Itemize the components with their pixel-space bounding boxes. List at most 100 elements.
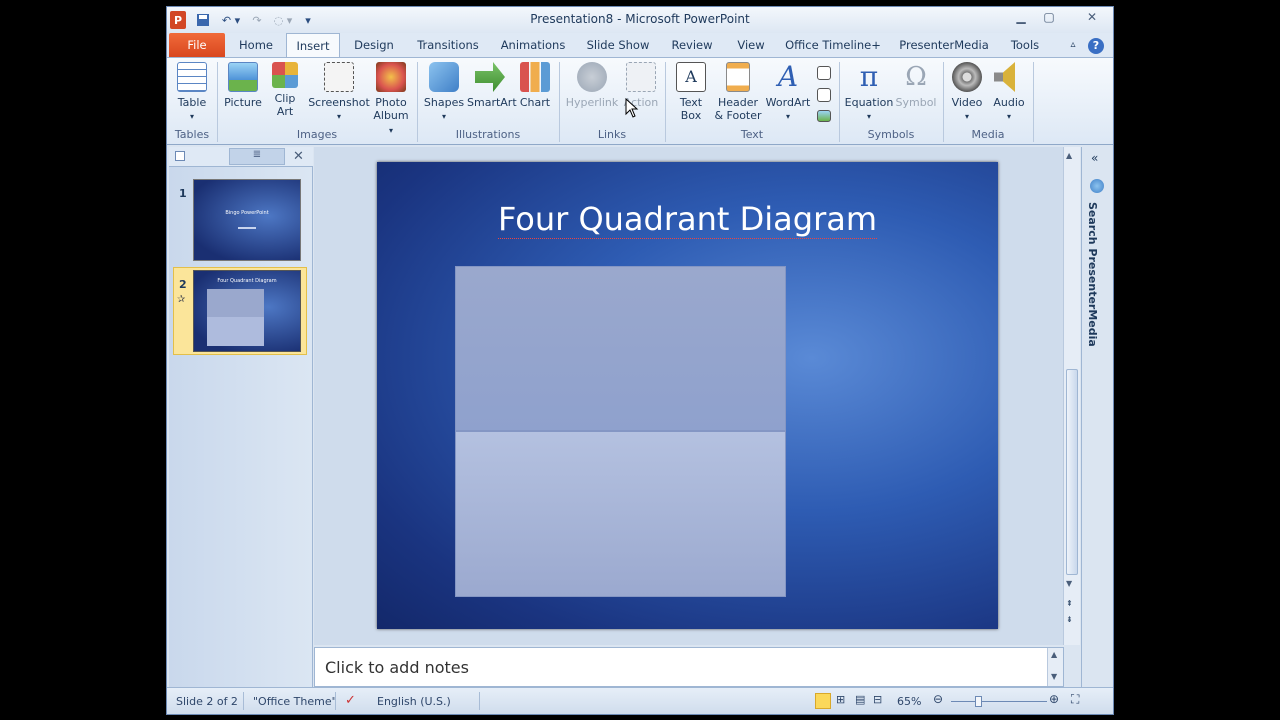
zoom-slider-thumb[interactable] bbox=[975, 696, 982, 707]
wordart-icon: A bbox=[777, 60, 799, 93]
group-media: Media bbox=[971, 128, 1005, 141]
maximize-button[interactable]: ▢ bbox=[1035, 8, 1063, 26]
chart-icon bbox=[520, 62, 550, 92]
equation-button[interactable]: π Equation ▾ bbox=[843, 62, 895, 123]
zoom-in-icon[interactable]: ⊕ bbox=[1049, 692, 1059, 706]
minimize-button[interactable]: ▁ bbox=[1007, 8, 1035, 26]
tab-review[interactable]: Review bbox=[667, 33, 717, 57]
tab-animations[interactable]: Animations bbox=[497, 33, 569, 57]
picture-button[interactable]: Picture bbox=[223, 62, 263, 109]
help-icon[interactable]: ? bbox=[1087, 33, 1105, 57]
tab-slide-show[interactable]: Slide Show bbox=[583, 33, 653, 57]
wordart-button[interactable]: A WordArt ▾ bbox=[765, 62, 811, 123]
tab-insert[interactable]: Insert bbox=[286, 33, 340, 57]
object-icon bbox=[817, 110, 831, 122]
audio-button[interactable]: Audio ▾ bbox=[989, 62, 1029, 123]
slides-tab-icon[interactable] bbox=[175, 151, 185, 161]
symbol-icon: Ω bbox=[905, 62, 927, 92]
language[interactable]: English (U.S.) bbox=[377, 695, 451, 708]
tab-design[interactable]: Design bbox=[347, 33, 401, 57]
slide-sorter-icon[interactable]: ⊞ bbox=[836, 693, 845, 706]
next-slide-icon[interactable]: ⇟ bbox=[1066, 615, 1073, 624]
notes-scroll-down-icon[interactable]: ▼ bbox=[1051, 672, 1057, 681]
collapse-pane-icon[interactable]: « bbox=[1091, 151, 1098, 165]
screenshot-button[interactable]: Screenshot ▾ bbox=[307, 62, 371, 123]
scroll-thumb[interactable] bbox=[1066, 369, 1078, 575]
video-button[interactable]: Video ▾ bbox=[947, 62, 987, 123]
reading-view-icon[interactable]: ▤ bbox=[855, 693, 865, 706]
smartart-button[interactable]: SmartArt bbox=[467, 62, 517, 109]
slide-number-button[interactable] bbox=[815, 88, 833, 106]
quadrant-box-top[interactable] bbox=[455, 266, 786, 431]
text-box-button[interactable]: A Text Box bbox=[671, 62, 711, 122]
group-images: Images bbox=[296, 128, 338, 141]
notes-pane[interactable]: Click to add notes ▲ ▼ bbox=[314, 647, 1064, 687]
vertical-scrollbar[interactable]: ▲ ▼ ⇞ ⇟ bbox=[1063, 147, 1080, 645]
previous-slide-icon[interactable]: ⇞ bbox=[1066, 599, 1073, 608]
shapes-button[interactable]: Shapes ▾ bbox=[423, 62, 465, 123]
notes-placeholder: Click to add notes bbox=[325, 658, 469, 677]
zoom-slider-track[interactable] bbox=[951, 701, 1047, 702]
quadrant-box-bottom[interactable] bbox=[455, 431, 786, 597]
picture-icon bbox=[228, 62, 258, 92]
close-pane-icon[interactable]: ✕ bbox=[293, 149, 304, 164]
outline-tab-icon[interactable]: ≣ bbox=[229, 148, 285, 165]
notes-scroll-up-icon[interactable]: ▲ bbox=[1051, 650, 1057, 659]
scroll-up-icon[interactable]: ▲ bbox=[1066, 151, 1072, 160]
tab-file[interactable]: File bbox=[169, 33, 225, 57]
tab-home[interactable]: Home bbox=[233, 33, 279, 57]
close-button[interactable]: ✕ bbox=[1073, 8, 1111, 26]
table-icon bbox=[177, 62, 207, 92]
slide-editor: Four Quadrant Diagram bbox=[314, 147, 1064, 645]
tab-tools[interactable]: Tools bbox=[1003, 33, 1047, 57]
slide-number: 2 bbox=[179, 278, 187, 291]
photo-album-icon bbox=[376, 62, 406, 92]
clip-art-label-2: Art bbox=[276, 105, 294, 118]
video-label: Video bbox=[951, 96, 983, 109]
hyperlink-button[interactable]: Hyperlink bbox=[565, 62, 619, 109]
minimize-ribbon-icon[interactable]: ▵ bbox=[1065, 33, 1081, 57]
photo-album-button[interactable]: Photo Album ▾ bbox=[371, 62, 411, 137]
wordart-label: WordArt bbox=[765, 96, 811, 109]
tab-office-timeline[interactable]: Office Timeline+ bbox=[785, 33, 881, 57]
tab-transitions[interactable]: Transitions bbox=[412, 33, 484, 57]
slide-thumbnail-1[interactable]: Bingo PowerPoint bbox=[193, 179, 301, 261]
clip-art-button[interactable]: Clip Art bbox=[267, 62, 303, 118]
chart-button[interactable]: Chart bbox=[517, 62, 553, 109]
scroll-down-icon[interactable]: ▼ bbox=[1066, 579, 1072, 588]
symbol-button[interactable]: Ω Symbol bbox=[895, 62, 937, 109]
date-time-button[interactable] bbox=[815, 66, 833, 84]
zoom-level[interactable]: 65% bbox=[897, 695, 921, 708]
symbol-label: Symbol bbox=[895, 96, 937, 109]
divider bbox=[479, 692, 480, 710]
spell-check-icon[interactable]: ✓ bbox=[345, 693, 356, 708]
search-presentermedia-label[interactable]: Search PresenterMedia bbox=[1086, 202, 1099, 347]
slide-title-text: Four Quadrant Diagram bbox=[498, 200, 877, 239]
shapes-icon bbox=[429, 62, 459, 92]
photo-album-label-2: Album bbox=[373, 109, 409, 122]
slide-show-icon[interactable]: ⊟ bbox=[873, 693, 882, 706]
tab-view[interactable]: View bbox=[729, 33, 773, 57]
theme-name[interactable]: "Office Theme" bbox=[253, 695, 337, 708]
header-footer-button[interactable]: Header & Footer bbox=[713, 62, 763, 122]
ribbon-insert: Table ▾ Tables Picture Clip Art Screenshot… bbox=[167, 57, 1113, 145]
slide-canvas[interactable]: Four Quadrant Diagram bbox=[377, 162, 998, 629]
notes-scrollbar[interactable]: ▲ ▼ bbox=[1047, 648, 1063, 686]
tab-presentermedia[interactable]: PresenterMedia bbox=[895, 33, 993, 57]
audio-icon bbox=[994, 62, 1015, 92]
object-button[interactable] bbox=[815, 110, 833, 126]
slide-indicator: Slide 2 of 2 bbox=[176, 695, 238, 708]
slide-thumbnail-2[interactable]: Four Quadrant Diagram bbox=[193, 270, 301, 352]
divider bbox=[1033, 62, 1034, 142]
normal-view-icon[interactable] bbox=[815, 693, 831, 709]
zoom-out-icon[interactable]: ⊖ bbox=[933, 692, 943, 706]
slide-title[interactable]: Four Quadrant Diagram bbox=[377, 200, 998, 239]
presentermedia-logo-icon bbox=[1090, 179, 1104, 193]
photo-album-label-1: Photo bbox=[375, 96, 407, 109]
fit-to-window-icon[interactable]: ⛶ bbox=[1071, 692, 1079, 707]
title-bar: P ↶ ▾ ↷ ◌ ▾ ▾ Presentation8 - Microsoft … bbox=[167, 7, 1113, 33]
group-links: Links bbox=[597, 128, 627, 141]
table-button[interactable]: Table ▾ bbox=[173, 62, 211, 123]
date-time-icon bbox=[817, 66, 831, 80]
clip-art-label-1: Clip bbox=[274, 92, 296, 105]
